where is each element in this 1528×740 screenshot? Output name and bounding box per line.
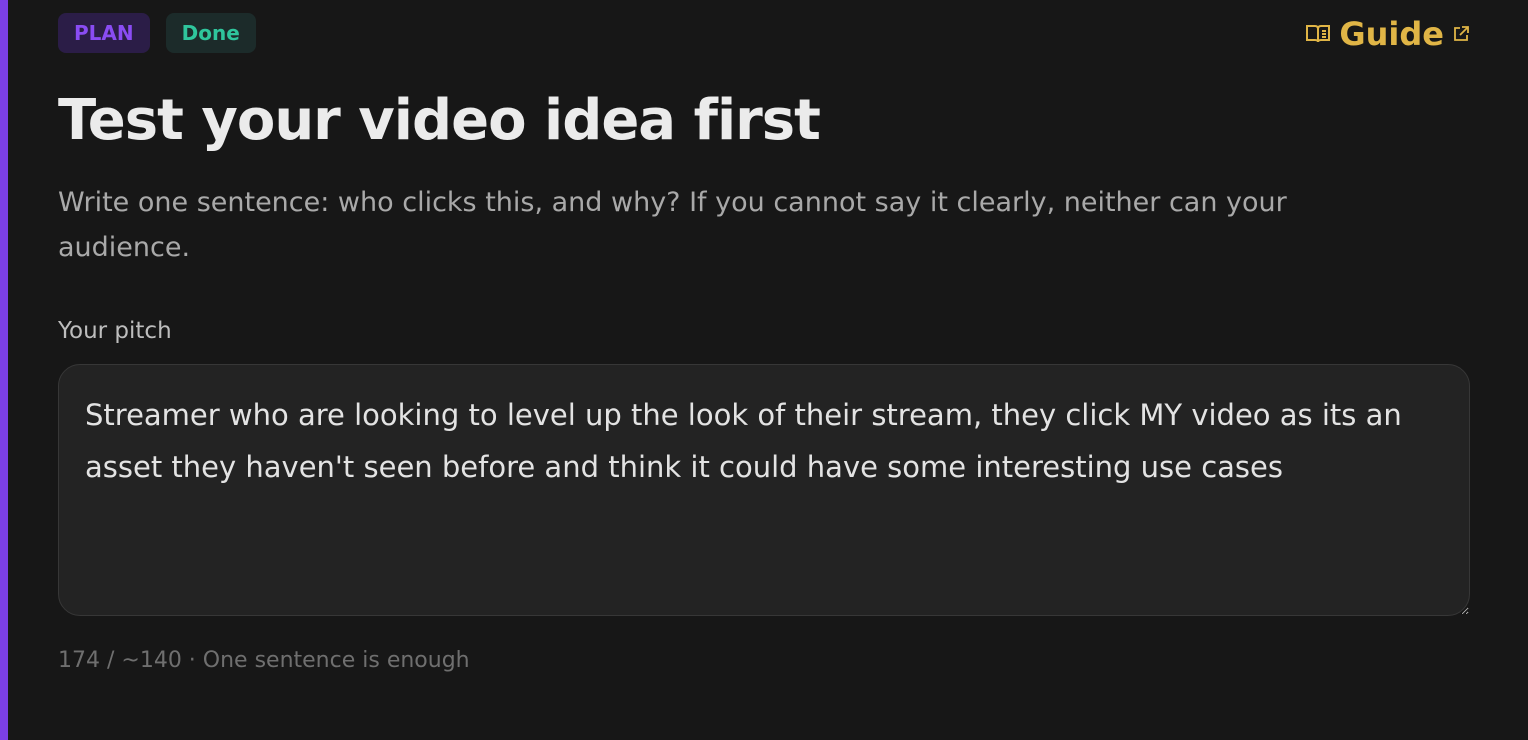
- character-counter: 174 / ~140 · One sentence is enough: [58, 648, 470, 673]
- plan-badge: PLAN: [58, 13, 150, 53]
- guide-link[interactable]: Guide: [1305, 14, 1470, 54]
- status-badge: Done: [165, 13, 256, 53]
- page-title: Test your video idea first: [58, 88, 821, 153]
- page-subtitle: Write one sentence: who clicks this, and…: [58, 187, 1287, 263]
- external-link-icon: [1452, 25, 1470, 43]
- guide-label: Guide: [1339, 15, 1444, 53]
- pitch-label: Your pitch: [58, 318, 172, 344]
- book-open-icon: [1305, 23, 1331, 45]
- step-card: PLAN Done Guide Test your video idea fir…: [0, 0, 1528, 740]
- badge-row: PLAN Done: [58, 13, 256, 53]
- step-content: PLAN Done Guide Test your video idea fir…: [58, 0, 1470, 740]
- pitch-textarea[interactable]: Streamer who are looking to level up the…: [58, 364, 1470, 616]
